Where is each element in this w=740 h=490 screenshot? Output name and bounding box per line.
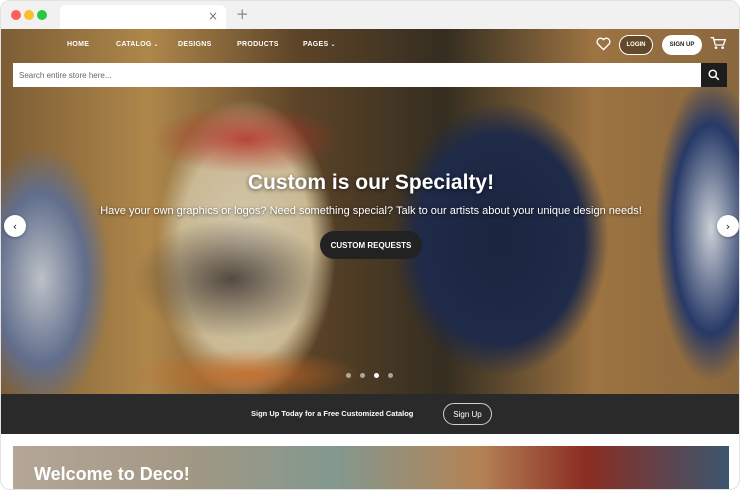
nav-item-pages[interactable]: PAGES ⌄ — [303, 41, 336, 48]
heart-icon-graphic — [595, 37, 611, 51]
promo-text: Sign Up Today for a Free Customized Cata… — [251, 409, 414, 418]
promo-signup-button[interactable]: Sign Up — [443, 403, 492, 425]
chevron-down-icon: ⌄ — [330, 41, 336, 48]
slider-dot[interactable] — [388, 373, 393, 378]
hero-title: Custom is our Specialty! — [247, 171, 495, 194]
search-bar — [13, 63, 727, 87]
slider-prev-icon[interactable]: ‹ — [4, 215, 26, 237]
nav-item-home[interactable]: HOME — [67, 41, 89, 48]
browser-window: × + HOME CATALOG ⌄ DESIGNS PRODUCTS PAGES… — [0, 0, 740, 490]
nav-item-products[interactable]: PRODUCTS — [237, 41, 279, 48]
login-button[interactable]: LOGIN — [619, 35, 653, 55]
hero-slider: HOME CATALOG ⌄ DESIGNS PRODUCTS PAGES ⌄ LO… — [1, 29, 739, 394]
nav-item-label: HOME — [67, 41, 90, 48]
nav-item-label: CATALOG — [116, 41, 152, 48]
nav-item-catalog[interactable]: CATALOG ⌄ — [116, 41, 159, 48]
cart-icon[interactable] — [710, 36, 727, 54]
tab-close-icon[interactable]: × — [208, 9, 218, 23]
nav-item-label: PRODUCTS — [237, 41, 279, 48]
welcome-banner: Welcome to Deco! — [13, 446, 729, 489]
slider-dot[interactable] — [346, 373, 351, 378]
new-tab-icon[interactable]: + — [236, 5, 249, 23]
browser-chrome: × + — [1, 1, 739, 29]
slider-dot-active[interactable] — [374, 373, 379, 378]
nav-item-designs[interactable]: DESIGNS — [178, 41, 212, 48]
slider-next-icon[interactable]: › — [717, 215, 739, 237]
signup-button[interactable]: SIGN UP — [662, 35, 702, 55]
welcome-title: Welcome to Deco! — [34, 464, 190, 484]
minimize-window-dot[interactable] — [24, 10, 34, 20]
chevron-down-icon: ⌄ — [153, 41, 159, 48]
heart-icon[interactable] — [595, 37, 611, 53]
nav-item-label: DESIGNS — [178, 41, 212, 48]
search-input[interactable] — [13, 63, 701, 87]
browser-tab[interactable]: × — [60, 5, 226, 29]
slider-pagination — [346, 373, 393, 378]
close-window-dot[interactable] — [11, 10, 21, 20]
search-icon — [708, 69, 720, 81]
cart-icon-graphic — [710, 37, 727, 49]
search-button[interactable] — [701, 63, 727, 87]
maximize-window-dot[interactable] — [37, 10, 47, 20]
nav-item-label: PAGES — [303, 41, 329, 48]
slider-dot[interactable] — [360, 373, 365, 378]
signup-promo-band: Sign Up Today for a Free Customized Cata… — [1, 394, 739, 434]
hero-subtitle: Have your own graphics or logos? Need so… — [100, 205, 642, 217]
main-navigation: HOME CATALOG ⌄ DESIGNS PRODUCTS PAGES ⌄ LO… — [1, 29, 739, 63]
custom-requests-button[interactable]: CUSTOM REQUESTS — [320, 231, 422, 259]
